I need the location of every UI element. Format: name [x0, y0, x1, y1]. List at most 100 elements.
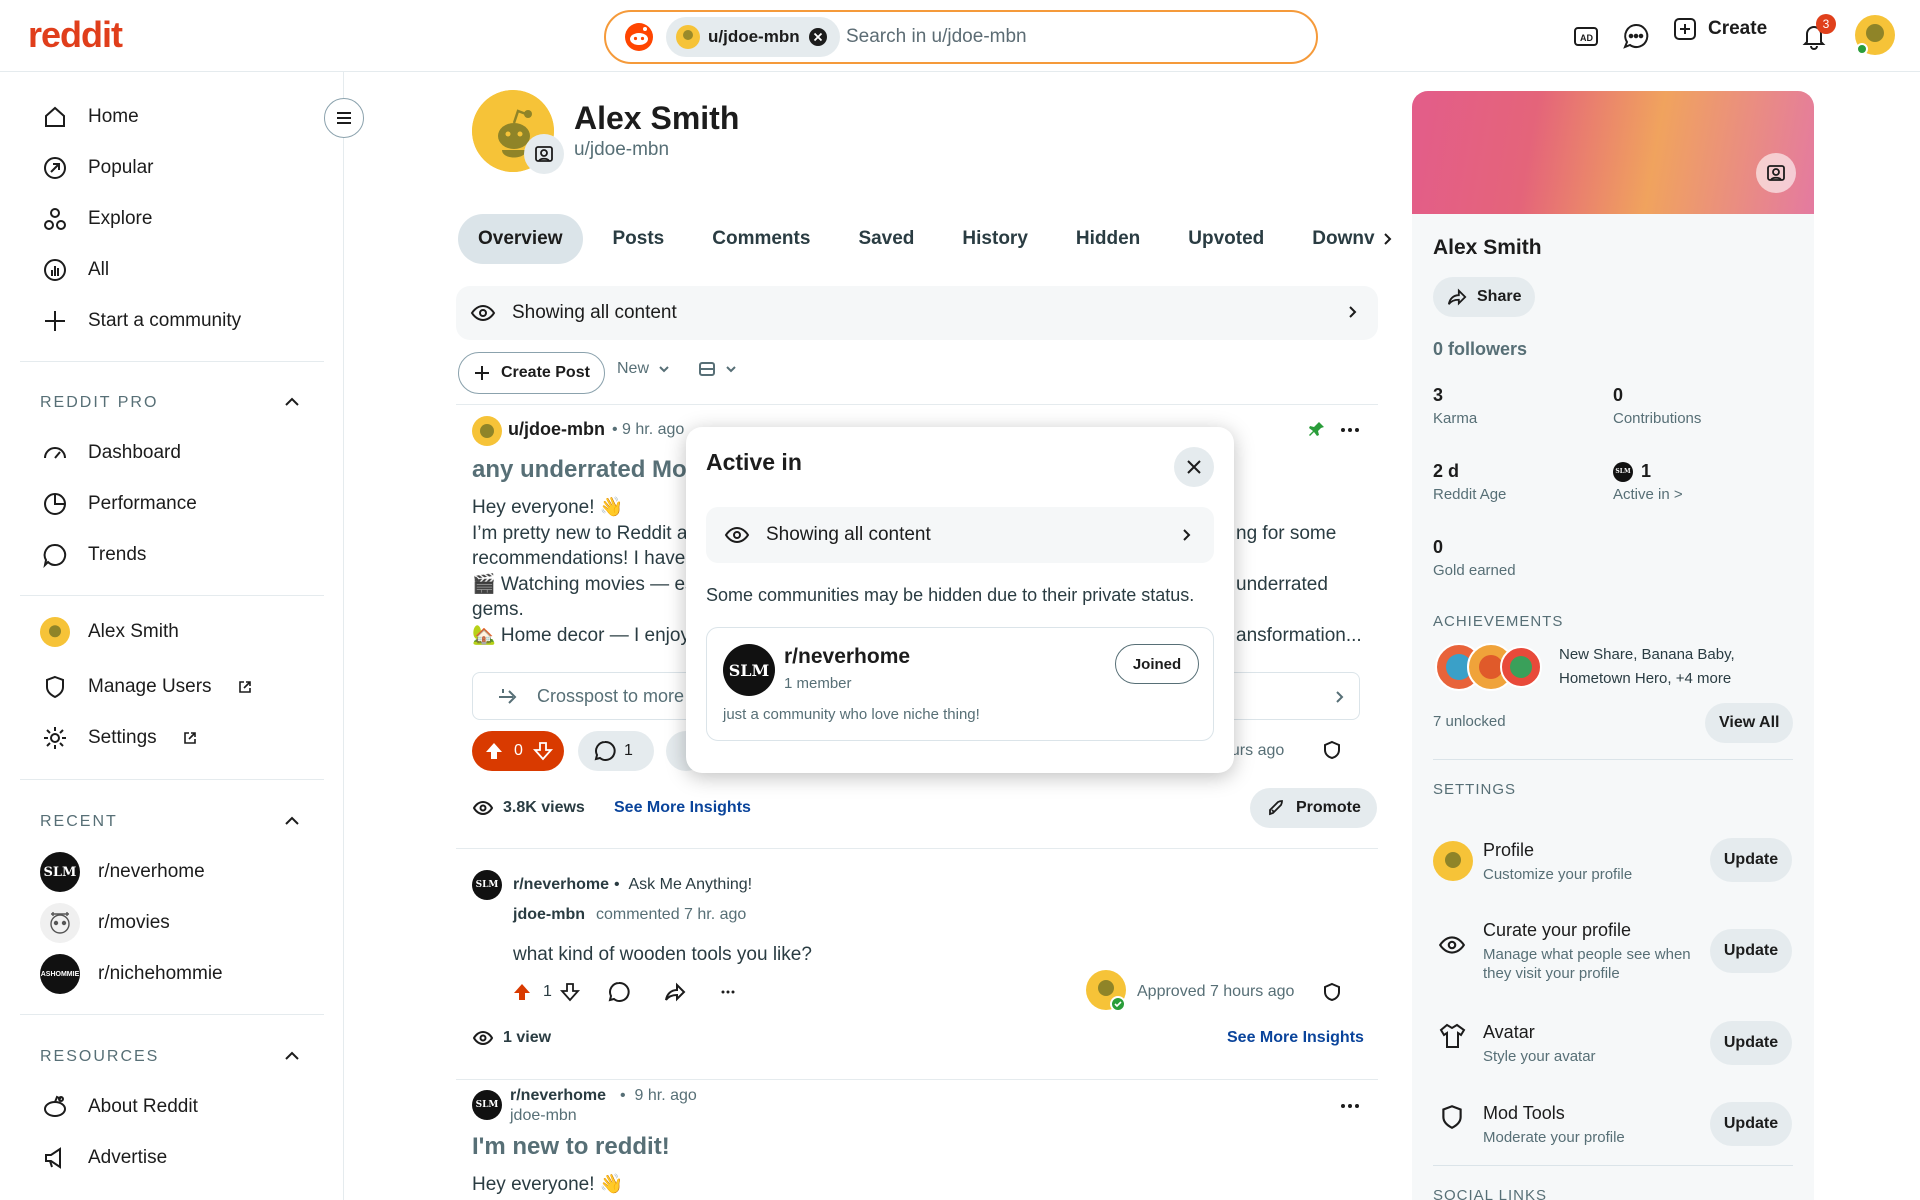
shirt-icon — [1438, 1022, 1466, 1050]
more-icon[interactable] — [718, 982, 738, 1002]
user-avatar[interactable] — [1854, 14, 1896, 56]
upvote-icon[interactable] — [484, 741, 504, 761]
nav-manage-users[interactable]: Manage Users — [40, 672, 260, 702]
edit-avatar-icon[interactable] — [524, 134, 564, 174]
nav-advertise[interactable]: Advertise — [40, 1143, 167, 1173]
stat-reddit-age: 2 d Reddit Age — [1433, 461, 1506, 503]
share-icon[interactable] — [664, 981, 686, 1003]
update-avatar-button[interactable]: Update — [1710, 1021, 1792, 1065]
performance-icon — [40, 489, 70, 519]
nav-explore[interactable]: Explore — [40, 204, 152, 234]
eye-icon — [472, 1027, 494, 1049]
nav-home[interactable]: Home — [40, 102, 139, 132]
setting-subtitle: Style your avatar — [1483, 1048, 1596, 1065]
comment-author[interactable]: jdoe-mbn — [513, 906, 585, 924]
post-title[interactable]: any underrated Mov — [472, 456, 700, 484]
nav-label: Performance — [88, 493, 197, 514]
nav-label: r/movies — [98, 912, 170, 933]
update-curate-button[interactable]: Update — [1710, 929, 1792, 973]
chevron-up-icon[interactable] — [282, 1046, 302, 1066]
recent-item-movies[interactable]: r/movies — [40, 903, 170, 943]
tab-overview[interactable]: Overview — [458, 214, 583, 264]
filter-label: Showing all content — [766, 524, 931, 545]
sort-dropdown[interactable]: New — [617, 360, 671, 378]
stat-value-row: SLM 1 — [1613, 461, 1683, 482]
chevron-right-icon[interactable] — [1379, 231, 1395, 247]
nav-label: Home — [88, 106, 139, 127]
upvote-icon[interactable] — [512, 982, 532, 1002]
recent-item-neverhome[interactable]: SLM r/neverhome — [40, 852, 205, 892]
tab-upvoted[interactable]: Upvoted — [1170, 214, 1282, 264]
followers-count[interactable]: 0 followers — [1433, 339, 1527, 360]
post-author[interactable]: jdoe-mbn — [510, 1107, 577, 1125]
nav-trends[interactable]: Trends — [40, 540, 146, 570]
setting-mod-tools: Mod Tools Moderate your profile — [1483, 1103, 1625, 1147]
comments-button[interactable]: 1 — [578, 731, 654, 771]
downvote-icon[interactable] — [532, 741, 553, 761]
search-bar[interactable]: u/jdoe-mbn Search in u/jdoe-mbn — [604, 10, 1318, 64]
update-profile-button[interactable]: Update — [1710, 838, 1792, 882]
nav-settings[interactable]: Settings — [40, 723, 205, 753]
shield-icon[interactable] — [1322, 740, 1342, 760]
create-post-button[interactable]: Create Post — [458, 352, 605, 394]
update-mod-tools-button[interactable]: Update — [1710, 1102, 1792, 1146]
more-icon[interactable] — [1338, 1094, 1362, 1118]
recent-item-nichehommie[interactable]: ASHOMMIE r/nichehommie — [40, 954, 223, 994]
tab-comments[interactable]: Comments — [694, 214, 828, 264]
close-icon[interactable] — [808, 27, 828, 47]
menu-icon[interactable] — [324, 98, 364, 138]
advertise-icon[interactable]: AD — [1568, 18, 1604, 54]
stat-label: Active in > — [1613, 486, 1683, 503]
modal-content-filter[interactable]: Showing all content — [706, 507, 1214, 563]
community-initials: ASHOMMIE — [40, 970, 80, 978]
nav-all[interactable]: All — [40, 255, 109, 285]
joined-button[interactable]: Joined — [1115, 644, 1199, 684]
nav-dashboard[interactable]: Dashboard — [40, 438, 181, 468]
nav-profile[interactable]: Alex Smith — [40, 617, 179, 647]
post-time-text: 9 hr. ago — [634, 1087, 697, 1104]
achievement-badges[interactable] — [1433, 641, 1543, 693]
tab-downvoted[interactable]: Downv — [1294, 214, 1378, 264]
nav-performance[interactable]: Performance — [40, 489, 197, 519]
insights-link[interactable]: See More Insights — [1227, 1029, 1364, 1047]
content-filter-bar[interactable]: Showing all content — [456, 286, 1378, 340]
community-name[interactable]: r/neverhome — [784, 645, 910, 669]
chevron-up-icon[interactable] — [282, 392, 302, 412]
comment-community[interactable]: r/neverhome — [513, 876, 609, 894]
chat-icon[interactable] — [1618, 18, 1654, 54]
edit-banner-icon[interactable] — [1756, 153, 1796, 193]
comment-text[interactable]: what kind of wooden tools you like? — [513, 944, 812, 966]
share-button[interactable]: Share — [1433, 277, 1536, 317]
post-title[interactable]: I'm new to reddit! — [472, 1133, 670, 1161]
shield-icon[interactable] — [1322, 982, 1342, 1002]
approved-text: Approved 7 hours ago — [1137, 983, 1295, 1000]
reddit-logo[interactable]: reddit — [28, 14, 123, 56]
tab-posts[interactable]: Posts — [595, 214, 683, 264]
comment-icon[interactable] — [608, 981, 630, 1003]
nav-about-reddit[interactable]: About Reddit — [40, 1092, 198, 1122]
tab-hidden[interactable]: Hidden — [1058, 214, 1158, 264]
tab-saved[interactable]: Saved — [840, 214, 932, 264]
more-icon[interactable] — [1338, 418, 1362, 442]
gear-icon — [40, 723, 70, 753]
community-members: 1 member — [784, 675, 852, 692]
insights-link[interactable]: See More Insights — [614, 799, 751, 817]
chevron-up-icon[interactable] — [282, 811, 302, 831]
stat-active-in[interactable]: SLM 1 Active in > — [1613, 461, 1683, 503]
tab-history[interactable]: History — [944, 214, 1045, 264]
post-community[interactable]: r/neverhome — [510, 1087, 606, 1105]
view-dropdown[interactable] — [698, 360, 738, 378]
search-scope-chip[interactable]: u/jdoe-mbn — [666, 17, 840, 57]
promote-button[interactable]: Promote — [1250, 788, 1377, 828]
post-author[interactable]: u/jdoe-mbn — [508, 419, 605, 440]
vote-control[interactable]: 0 — [472, 731, 564, 771]
nav-popular[interactable]: Popular — [40, 153, 154, 183]
search-input[interactable]: Search in u/jdoe-mbn — [846, 26, 1027, 48]
comment-post-title[interactable]: • Ask Me Anything! — [614, 876, 752, 894]
view-all-button[interactable]: View All — [1705, 703, 1794, 743]
close-icon[interactable] — [1174, 447, 1214, 487]
create-button[interactable]: Create — [1672, 16, 1767, 42]
downvote-icon[interactable] — [560, 982, 580, 1002]
community-card[interactable]: SLM r/neverhome 1 member just a communit… — [706, 627, 1214, 741]
nav-start-community[interactable]: Start a community — [40, 306, 241, 336]
